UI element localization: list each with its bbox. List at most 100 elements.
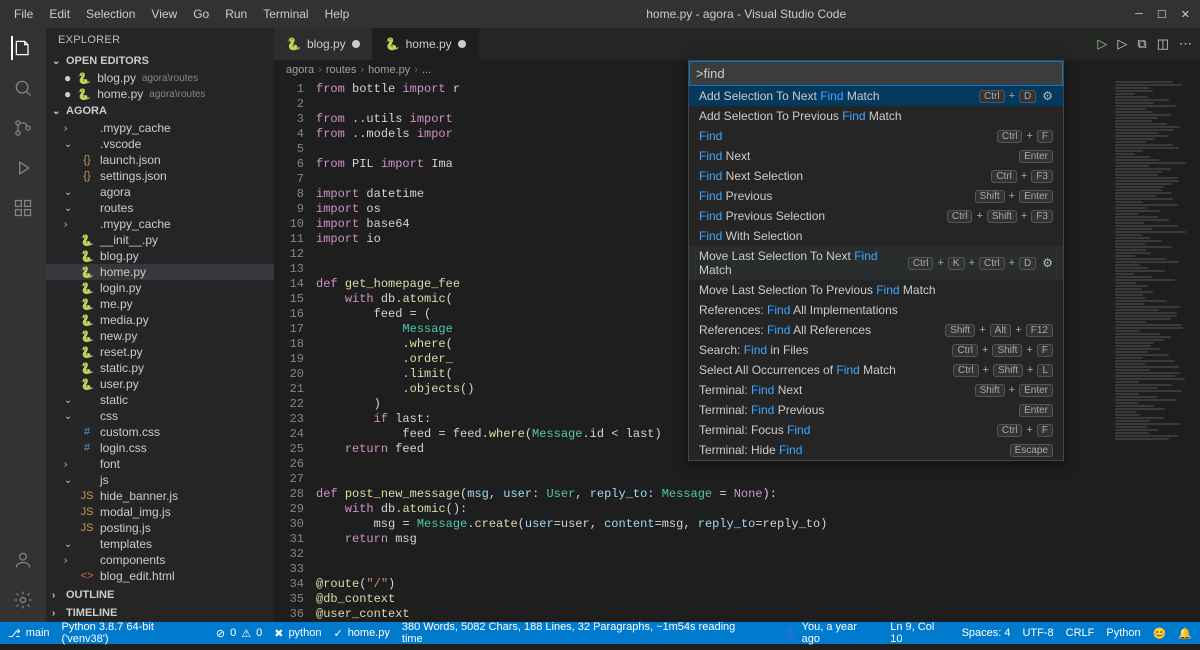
timeline-header[interactable]: ›TIMELINE (46, 604, 274, 622)
tree-item[interactable]: 🐍user.py (46, 376, 274, 392)
account-icon[interactable] (11, 548, 35, 572)
palette-item[interactable]: Find PreviousShift + Enter (689, 186, 1063, 206)
tree-item[interactable]: 🐍media.py (46, 312, 274, 328)
palette-item[interactable]: Add Selection To Next Find MatchCtrl + D… (689, 86, 1063, 106)
palette-item[interactable]: FindCtrl + F (689, 126, 1063, 146)
tree-item[interactable]: 🐍me.py (46, 296, 274, 312)
command-palette-input[interactable] (689, 61, 1063, 86)
tree-item[interactable]: ›font (46, 456, 274, 472)
palette-item[interactable]: Terminal: Focus FindCtrl + F (689, 420, 1063, 440)
run-debug-icon[interactable] (11, 156, 35, 180)
tree-item[interactable]: 🐍login.py (46, 280, 274, 296)
tree-item[interactable]: ⌄static (46, 392, 274, 408)
menu-selection[interactable]: Selection (78, 3, 143, 25)
gear-icon[interactable]: ⚙ (1042, 89, 1053, 103)
tree-item[interactable]: <>blog_edit.html (46, 568, 274, 584)
palette-item[interactable]: References: Find All ReferencesShift + A… (689, 320, 1063, 340)
gear-icon[interactable]: ⚙ (1042, 256, 1053, 270)
bell-icon[interactable]: 🔔 (1178, 627, 1192, 640)
open-editor-item[interactable]: ●🐍blog.pyagora\routes (46, 70, 274, 86)
tree-item[interactable]: 🐍__init__.py (46, 232, 274, 248)
tree-item[interactable]: 🐍blog.py (46, 248, 274, 264)
menu-go[interactable]: Go (185, 3, 217, 25)
python-interpreter[interactable]: Python 3.8.7 64-bit ('venv38') (62, 621, 204, 645)
branch-status[interactable]: ⎇ main (8, 627, 50, 640)
tree-item[interactable]: ›components (46, 552, 274, 568)
breadcrumb-item[interactable]: agora (286, 64, 314, 76)
minimap[interactable] (1110, 80, 1200, 622)
menu-file[interactable]: File (6, 3, 41, 25)
encoding-status[interactable]: UTF-8 (1022, 627, 1053, 639)
tree-item[interactable]: 🐍new.py (46, 328, 274, 344)
tree-item[interactable]: #login.css (46, 440, 274, 456)
palette-item[interactable]: Find Previous SelectionCtrl + Shift + F3 (689, 206, 1063, 226)
doc-stats[interactable]: 380 Words, 5082 Chars, 188 Lines, 32 Par… (402, 621, 759, 645)
gear-icon[interactable] (11, 588, 35, 612)
breadcrumb-item[interactable]: home.py (368, 64, 410, 76)
spaces-status[interactable]: Spaces: 4 (962, 627, 1011, 639)
minimize-icon[interactable]: ─ (1135, 8, 1143, 21)
tree-item[interactable]: 🐍static.py (46, 360, 274, 376)
palette-item[interactable]: Add Selection To Previous Find Match (689, 106, 1063, 126)
palette-item[interactable]: Terminal: Find NextShift + Enter (689, 380, 1063, 400)
run-icon[interactable]: ▷ (1097, 36, 1107, 52)
palette-item[interactable]: Search: Find in FilesCtrl + Shift + F (689, 340, 1063, 360)
palette-item[interactable]: References: Find All Implementations (689, 300, 1063, 320)
tree-item[interactable]: ⌄routes (46, 200, 274, 216)
workspace-header[interactable]: ⌄AGORA (46, 102, 274, 120)
menu-view[interactable]: View (143, 3, 185, 25)
tree-item[interactable]: ⌄.vscode (46, 136, 274, 152)
tree-item[interactable]: 🐍home.py (46, 264, 274, 280)
palette-item[interactable]: Move Last Selection To Next Find MatchCt… (689, 246, 1063, 280)
menu-terminal[interactable]: Terminal (255, 3, 316, 25)
tree-item[interactable]: JSposting.js (46, 520, 274, 536)
tree-item[interactable]: ›.mypy_cache (46, 120, 274, 136)
palette-item[interactable]: Terminal: Hide FindEscape (689, 440, 1063, 460)
tree-item[interactable]: JShide_banner.js (46, 488, 274, 504)
outline-header[interactable]: ›OUTLINE (46, 586, 274, 604)
eol-status[interactable]: CRLF (1066, 627, 1095, 639)
linter-status[interactable]: ✖ python (274, 627, 321, 640)
feedback-icon[interactable]: 😊 (1153, 627, 1167, 640)
breadcrumb-item[interactable]: ... (422, 64, 431, 76)
palette-item[interactable]: Find NextEnter (689, 146, 1063, 166)
search-icon[interactable] (11, 76, 35, 100)
palette-item[interactable]: Find With Selection (689, 226, 1063, 246)
extensions-icon[interactable] (11, 196, 35, 220)
more-icon[interactable]: ⋯ (1179, 36, 1192, 52)
tree-item[interactable]: ⌄js (46, 472, 274, 488)
tree-item[interactable]: ⌄agora (46, 184, 274, 200)
palette-item[interactable]: Select All Occurrences of Find MatchCtrl… (689, 360, 1063, 380)
split-icon[interactable]: ◫ (1157, 36, 1169, 52)
maximize-icon[interactable]: ☐ (1157, 8, 1167, 21)
tab-blog.py[interactable]: 🐍blog.py (274, 28, 373, 60)
file-status[interactable]: ✓ home.py (333, 627, 389, 640)
open-editor-item[interactable]: ●🐍home.pyagora\routes (46, 86, 274, 102)
palette-item[interactable]: Move Last Selection To Previous Find Mat… (689, 280, 1063, 300)
tree-item[interactable]: {}launch.json (46, 152, 274, 168)
tree-item[interactable]: ⌄templates (46, 536, 274, 552)
tab-home.py[interactable]: 🐍home.py (373, 28, 479, 60)
open-editors-header[interactable]: ⌄OPEN EDITORS (46, 52, 274, 70)
tree-item[interactable]: {}settings.json (46, 168, 274, 184)
compare-icon[interactable]: ⧉ (1137, 36, 1146, 52)
git-blame[interactable]: 👤 You, a year ago (783, 621, 878, 645)
files-icon[interactable] (11, 36, 35, 60)
problems-status[interactable]: ⊘ 0 ⚠ 0 (216, 627, 262, 640)
breadcrumb-item[interactable]: routes (326, 64, 357, 76)
menu-help[interactable]: Help (317, 3, 358, 25)
palette-item[interactable]: Find Next SelectionCtrl + F3 (689, 166, 1063, 186)
tree-item[interactable]: ⌄css (46, 408, 274, 424)
debug-run-icon[interactable]: ▷ (1117, 36, 1127, 52)
tree-item[interactable]: 🐍reset.py (46, 344, 274, 360)
close-icon[interactable]: ✕ (1181, 8, 1190, 21)
language-status[interactable]: Python (1106, 627, 1140, 639)
palette-item[interactable]: Terminal: Find PreviousEnter (689, 400, 1063, 420)
tree-item[interactable]: JSmodal_img.js (46, 504, 274, 520)
source-control-icon[interactable] (11, 116, 35, 140)
menu-edit[interactable]: Edit (41, 3, 78, 25)
tree-item[interactable]: ›.mypy_cache (46, 216, 274, 232)
menu-run[interactable]: Run (217, 3, 255, 25)
cursor-pos[interactable]: Ln 9, Col 10 (890, 621, 949, 645)
tree-item[interactable]: #custom.css (46, 424, 274, 440)
